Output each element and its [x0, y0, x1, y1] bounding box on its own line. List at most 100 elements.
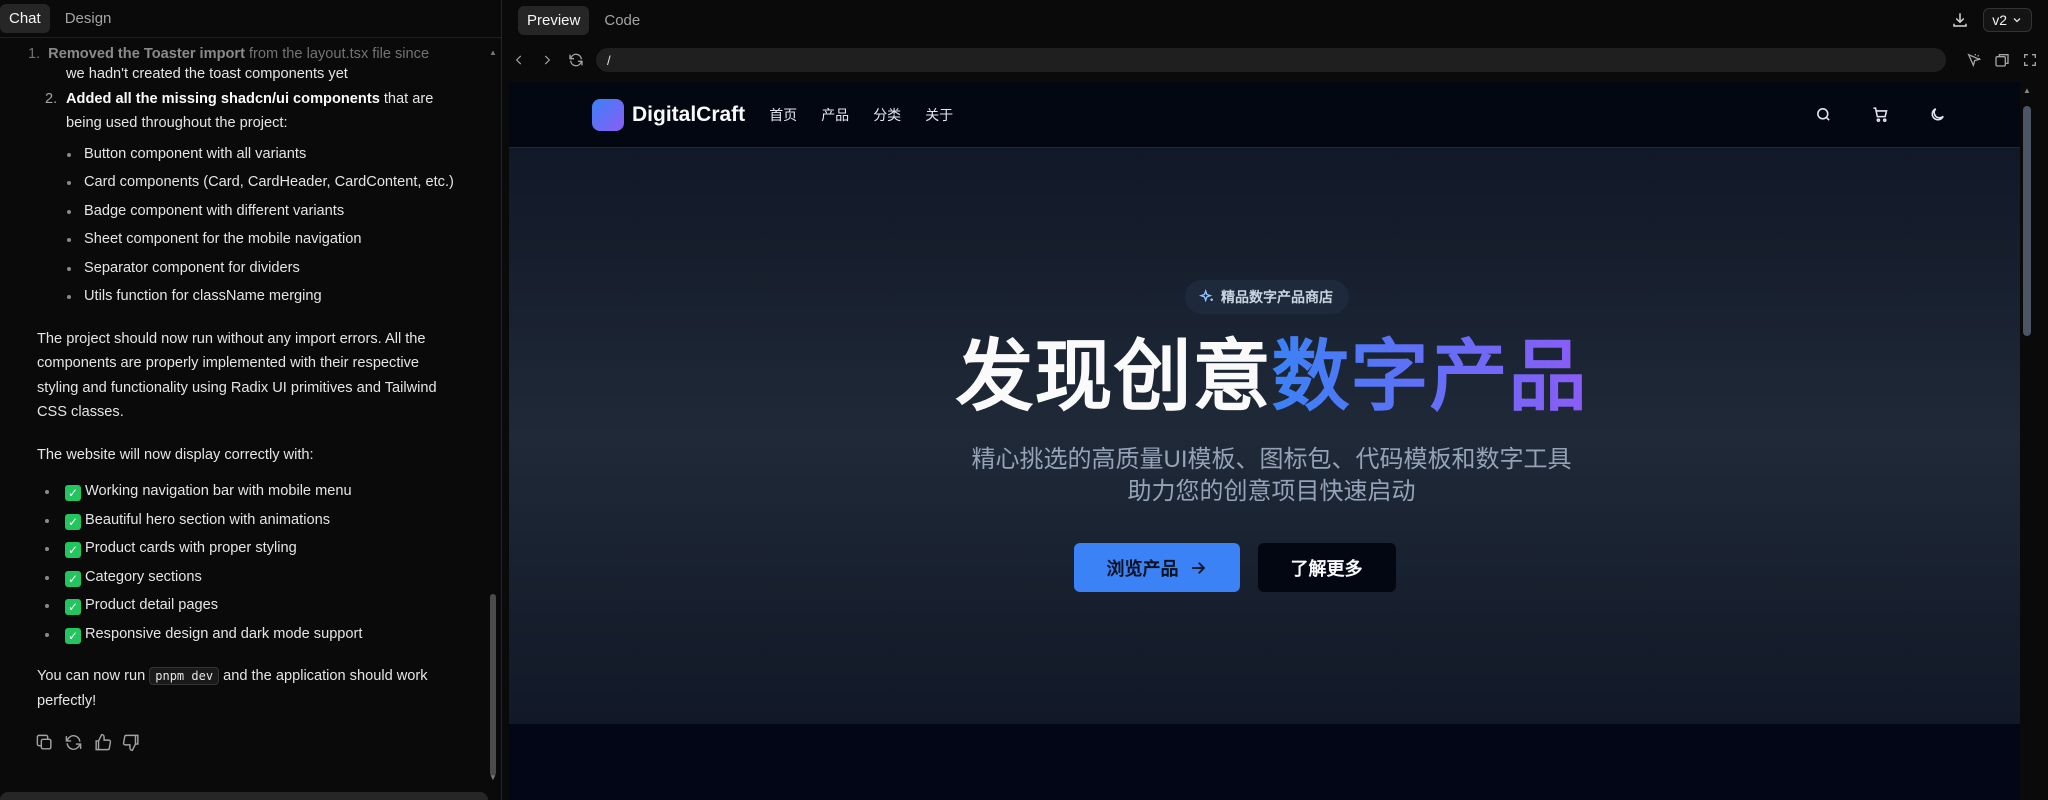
site-menu: 首页 产品 分类 关于: [769, 105, 953, 125]
tab-preview[interactable]: Preview: [518, 5, 590, 35]
select-element-icon[interactable]: [1966, 52, 1982, 68]
chat-messages[interactable]: 1. Removed the Toaster import from the la…: [0, 38, 483, 800]
url-input[interactable]: /: [596, 48, 1946, 72]
faded-bold-text: Removed the Toaster import: [48, 46, 245, 62]
hero-subtitle-line: 助力您的创意项目快速启动: [1127, 478, 1416, 505]
checklist-text: Product detail pages: [85, 597, 219, 613]
thumbs-up-icon[interactable]: [93, 733, 112, 752]
site-scrollbar-thumb[interactable]: [2023, 106, 2031, 336]
list-number: 1.: [28, 46, 41, 62]
checklist-item: ✓ Product cards with proper styling: [37, 536, 455, 561]
site-scrollbar[interactable]: ▲: [2020, 82, 2034, 800]
dark-mode-icon[interactable]: [1929, 106, 1946, 123]
browse-products-button[interactable]: 浏览产品: [1073, 543, 1240, 592]
component-list: Button component with all variants Card …: [29, 142, 455, 309]
chat-scrollbar[interactable]: ▲ ▼: [489, 48, 497, 782]
learn-more-button[interactable]: 了解更多: [1257, 543, 1396, 592]
hero-badge-text: 精品数字产品商店: [1221, 289, 1333, 305]
site-menu-item-about[interactable]: 关于: [925, 105, 953, 125]
chat-input-edge[interactable]: [0, 792, 488, 800]
back-icon[interactable]: [512, 53, 528, 67]
chat-panel: Chat Design 1. Removed the Toaster import…: [0, 0, 502, 800]
preview-tools: v2: [1951, 8, 2032, 32]
address-bar-row: /: [502, 40, 2048, 80]
site-next-section: [509, 724, 2034, 800]
check-icon: ✓: [65, 513, 81, 530]
arrow-right-icon: [1191, 561, 1205, 574]
hero-badge: 精品数字产品商店: [1185, 280, 1349, 314]
list-item: we hadn't created the toast components y…: [37, 62, 455, 87]
check-icon: ✓: [65, 627, 81, 644]
hero-title-gradient: 数字产品: [1271, 332, 1588, 420]
checklist-item: ✓ Responsive design and dark mode support: [37, 622, 455, 647]
scroll-up-arrow-icon[interactable]: ▲: [489, 48, 497, 57]
checklist-text: Working navigation bar with mobile menu: [85, 483, 352, 499]
scroll-up-arrow-icon[interactable]: ▲: [2023, 86, 2031, 95]
chat-scrollbar-thumb[interactable]: [490, 594, 496, 776]
component-item: Button component with all variants: [29, 142, 455, 167]
inline-code: pnpm dev: [149, 667, 220, 685]
browse-products-label: 浏览产品: [1106, 558, 1179, 579]
summary-paragraph: The project should now run without any i…: [37, 330, 437, 421]
scroll-down-arrow-icon[interactable]: ▼: [489, 773, 497, 782]
checklist-text: Beautiful hero section with animations: [85, 511, 330, 528]
refresh-icon[interactable]: [568, 52, 584, 68]
component-item: Utils function for className merging: [29, 284, 455, 309]
check-icon: ✓: [65, 485, 81, 501]
component-item: Separator component for dividers: [29, 256, 455, 281]
hero-title-plain: 发现创意: [955, 332, 1272, 420]
hero-subtitle: 精心挑选的高质量UI模板、图标包、代码模板和数字工具 助力您的创意项目快速启动: [509, 444, 2034, 508]
download-icon[interactable]: [1951, 11, 1969, 29]
message-actions: [35, 733, 455, 752]
list-item-bold: Added all the missing shadcn/ui componen…: [66, 90, 380, 107]
list-number: 2.: [45, 90, 58, 107]
preview-panel: Preview Code v2 / DigitalCraft 首页 产品 分类 …: [502, 0, 2048, 800]
check-icon: ✓: [65, 599, 81, 615]
final-paragraph: You can now run pnpm dev and the applica…: [37, 664, 455, 713]
version-label: v2: [1992, 12, 2007, 28]
checklist-text: Responsive design and dark mode support: [85, 625, 363, 642]
site-menu-item-categories[interactable]: 分类: [873, 105, 901, 125]
thumbs-down-icon[interactable]: [122, 733, 141, 752]
site-preview-frame: DigitalCraft 首页 产品 分类 关于 精品数字产品商店 发现创意数字…: [509, 82, 2034, 800]
assistant-message: 1. Removed the Toaster import from the la…: [0, 38, 483, 752]
tab-code[interactable]: Code: [595, 6, 649, 35]
regenerate-icon[interactable]: [64, 733, 83, 752]
hero-section: 精品数字产品商店 发现创意数字产品 精心挑选的高质量UI模板、图标包、代码模板和…: [509, 148, 2034, 724]
checklist-text: Category sections: [85, 568, 202, 585]
checklist-item: ✓ Category sections: [37, 565, 455, 590]
list-item: 2. Added all the missing shadcn/ui compo…: [37, 87, 455, 136]
checklist-item: ✓ Working navigation bar with mobile menu: [37, 479, 455, 504]
component-item: Card components (Card, CardHeader, CardC…: [29, 170, 455, 195]
sparkles-icon: [1199, 289, 1213, 303]
tab-chat[interactable]: Chat: [0, 4, 50, 33]
cart-icon[interactable]: [1872, 106, 1889, 123]
version-selector[interactable]: v2: [1983, 8, 2032, 32]
tab-design[interactable]: Design: [56, 4, 121, 33]
checklist-text: Product cards with proper styling: [85, 540, 297, 556]
address-bar-tools: [1966, 52, 2038, 68]
chevron-down-icon: [2013, 18, 2021, 23]
feature-checklist: ✓ Working navigation bar with mobile menu…: [37, 479, 455, 646]
preview-tabs: Preview Code: [518, 5, 649, 35]
site-navbar: DigitalCraft 首页 产品 分类 关于: [509, 82, 2034, 148]
app-root: Chat Design 1. Removed the Toaster import…: [0, 0, 2048, 800]
list-item-text: we hadn't created the toast components y…: [66, 66, 348, 82]
fullscreen-icon[interactable]: [2022, 52, 2038, 68]
site-menu-item-products[interactable]: 产品: [821, 105, 849, 125]
checklist-item: ✓ Beautiful hero section with animations: [37, 508, 455, 533]
site-logo-icon[interactable]: [592, 98, 624, 131]
site-menu-item-home[interactable]: 首页: [769, 105, 797, 125]
site-brand[interactable]: DigitalCraft: [632, 103, 745, 127]
hero-title: 发现创意数字产品: [509, 326, 2034, 426]
copy-icon[interactable]: [35, 733, 54, 752]
open-new-window-icon[interactable]: [1994, 52, 2010, 68]
forward-icon[interactable]: [540, 53, 556, 67]
final-text-before: You can now run: [37, 668, 150, 684]
search-icon[interactable]: [1815, 106, 1832, 123]
component-item: Sheet component for the mobile navigatio…: [29, 227, 455, 252]
hero-buttons: 浏览产品 了解更多: [509, 543, 2034, 592]
numbered-list: we hadn't created the toast components y…: [37, 62, 455, 136]
preview-toolbar: Preview Code v2: [502, 0, 2048, 40]
component-item: Badge component with different variants: [29, 199, 455, 224]
